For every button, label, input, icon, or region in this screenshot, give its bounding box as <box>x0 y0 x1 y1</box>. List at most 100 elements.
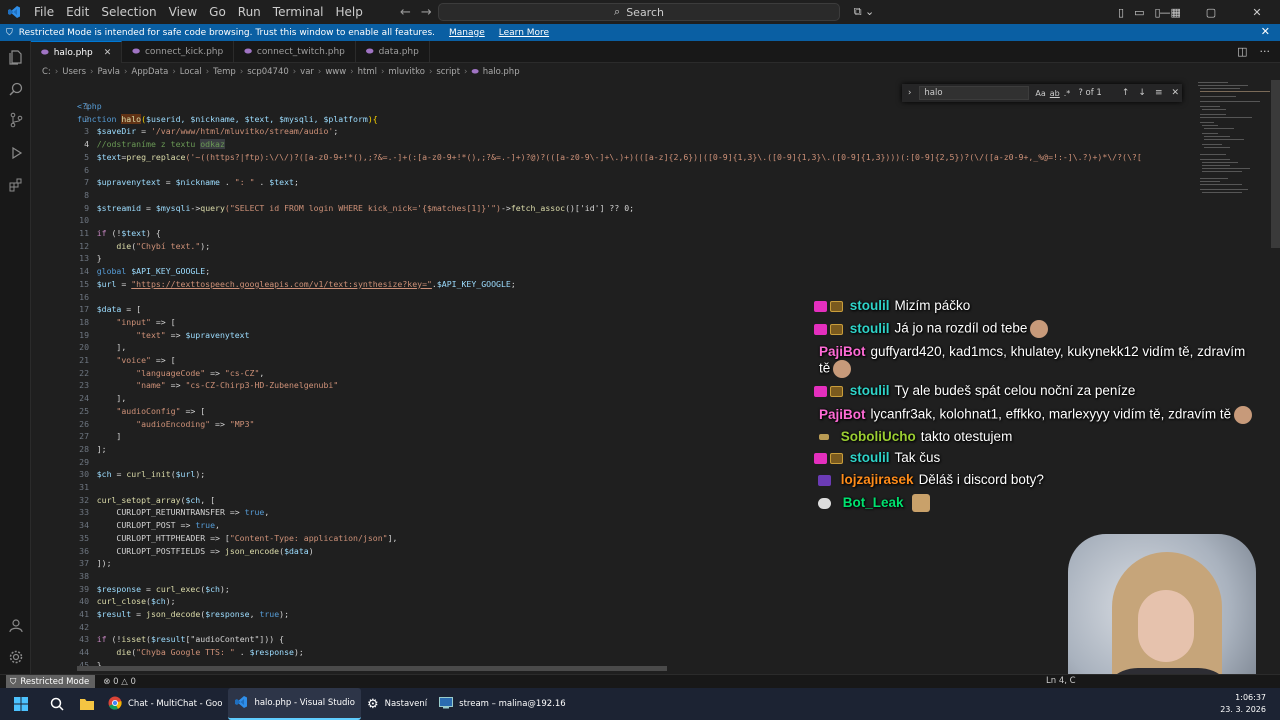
file-explorer-icon[interactable] <box>72 688 102 720</box>
breadcrumb-item[interactable]: AppData <box>131 67 168 77</box>
error-icon: ⊗ <box>103 676 111 687</box>
find-in-selection-icon[interactable]: ≡ <box>1155 88 1163 98</box>
chat-message: Bot_Leak <box>814 494 930 512</box>
problems-indicator[interactable]: ⊗ 0 △ 0 <box>103 677 136 687</box>
tab-data-php[interactable]: ⬬ data.php <box>356 41 430 63</box>
previous-match-arrow-icon[interactable]: ↑ <box>1122 88 1130 98</box>
subscriber-badge-icon <box>814 385 827 397</box>
chat-text: Děláš i discord boty? <box>918 472 1044 487</box>
source-control-icon[interactable] <box>0 108 31 132</box>
taskbar-app-vscode[interactable]: halo.php - Visual Studio <box>228 688 361 720</box>
menu-view[interactable]: View <box>163 0 203 24</box>
php-file-icon: ⬬ <box>244 47 252 57</box>
breadcrumb-item[interactable]: mluvitko <box>388 67 425 77</box>
close-banner-icon[interactable]: ✕ <box>1261 25 1270 38</box>
system-clock[interactable]: 1:06:37 23. 3. 2026 <box>1220 692 1266 716</box>
breadcrumb-item[interactable]: Users <box>62 67 86 77</box>
taskbar-app-settings[interactable]: ⚙ Nastavení <box>361 688 433 720</box>
match-case-toggle[interactable]: Aa <box>1035 89 1045 98</box>
gift-badge-icon <box>830 300 843 312</box>
php-file-icon: ⬬ <box>41 47 49 58</box>
gift-badge-icon <box>830 385 843 397</box>
menu-help[interactable]: Help <box>330 0 369 24</box>
back-arrow-icon[interactable]: ← <box>400 5 411 20</box>
tab-connect-kick-php[interactable]: ⬬ connect_kick.php <box>122 41 235 63</box>
emote-icon <box>1234 406 1253 424</box>
minimap[interactable] <box>1196 80 1270 220</box>
badge-icon <box>819 434 829 441</box>
manage-gear-icon[interactable] <box>0 645 31 669</box>
match-whole-word-toggle[interactable]: ab <box>1050 89 1060 98</box>
restricted-mode-banner: ⛉ Restricted Mode is intended for safe c… <box>0 24 1280 41</box>
breadcrumb-item[interactable]: script <box>436 67 460 77</box>
taskbar-search-icon[interactable] <box>42 688 72 720</box>
breadcrumb-item[interactable]: C: <box>42 67 51 77</box>
search-sidebar-icon[interactable] <box>0 77 31 101</box>
close-find-icon[interactable]: ✕ <box>1171 88 1179 98</box>
chat-nick: SoboliUcho <box>840 429 916 444</box>
more-actions-icon[interactable]: ··· <box>1260 45 1271 58</box>
tab-connect-twitch-php[interactable]: ⬬ connect_twitch.php <box>234 41 356 63</box>
chat-message: stoulil Tak čus <box>814 450 940 465</box>
close-tab-icon[interactable]: ✕ <box>104 48 112 58</box>
chat-nick: stoulil <box>849 298 890 313</box>
maximize-icon[interactable]: ▢ <box>1188 6 1234 19</box>
chat-message: SoboliUcho takto otestujem <box>814 429 1012 444</box>
breadcrumb-item[interactable]: scp04740 <box>247 67 289 77</box>
manage-link[interactable]: Manage <box>449 28 485 38</box>
breadcrumb-item[interactable]: www <box>325 67 346 77</box>
taskbar-app-chrome[interactable]: Chat - MultiChat - Goo <box>102 688 228 720</box>
restricted-mode-indicator[interactable]: ⛉ Restricted Mode <box>6 674 96 689</box>
chat-text: lycanfr3ak, kolohnat1, effkko, marlexyyy… <box>870 406 1232 422</box>
run-debug-icon[interactable] <box>0 141 31 165</box>
php-file-icon: ⬬ <box>132 47 140 57</box>
menu-selection[interactable]: Selection <box>95 0 162 24</box>
chat-nick: stoulil <box>849 450 890 465</box>
find-input[interactable]: halo <box>919 86 1030 100</box>
breadcrumb-item[interactable]: html <box>358 67 377 77</box>
menu-file[interactable]: File <box>28 0 60 24</box>
chat-text: Mizím páčko <box>894 298 971 313</box>
split-editor-icon[interactable]: ◫ <box>1237 45 1247 58</box>
windows-start-icon[interactable] <box>0 688 42 720</box>
minimize-icon[interactable]: — <box>1142 6 1188 19</box>
menu-go[interactable]: Go <box>203 0 232 24</box>
settings-gear-icon: ⚙ <box>366 696 379 712</box>
next-match-arrow-icon[interactable]: ↓ <box>1138 88 1146 98</box>
vertical-scrollbar[interactable] <box>1271 80 1280 248</box>
menu-terminal[interactable]: Terminal <box>267 0 330 24</box>
extensions-icon[interactable] <box>0 173 31 197</box>
chat-nick: Bot_Leak <box>842 494 904 510</box>
taskbar-app-terminal[interactable]: stream – malina@192.16 <box>433 688 572 720</box>
breadcrumb-item[interactable]: var <box>300 67 314 77</box>
command-center-search[interactable]: ⌕ Search <box>438 3 840 21</box>
accounts-icon[interactable] <box>0 613 31 637</box>
use-regex-toggle[interactable]: .* <box>1064 89 1071 98</box>
breadcrumb-item[interactable]: Local <box>180 67 202 77</box>
toggle-replace-chevron-icon[interactable]: › <box>908 88 911 98</box>
clock-date: 23. 3. 2026 <box>1220 705 1266 714</box>
menu-run[interactable]: Run <box>232 0 267 24</box>
breadcrumb: C: › Users › Pavla › AppData › Local › Temp › … <box>42 67 520 77</box>
search-label: Search <box>626 5 664 19</box>
emote-icon <box>1030 320 1049 338</box>
learn-more-link[interactable]: Learn More <box>499 28 549 38</box>
chat-text: Já jo na rozdíl od tebe <box>894 320 1028 336</box>
find-widget: › halo Aa ab .* ? of 1 ↑ ↓ ≡ ✕ <box>902 84 1182 102</box>
toggle-primary-sidebar-icon[interactable]: ▯ <box>1118 6 1124 19</box>
breadcrumb-item[interactable]: Temp <box>213 67 236 77</box>
clock-time: 1:06:37 <box>1235 693 1266 702</box>
tab-halo-php[interactable]: ⬬ halo.php ✕ <box>31 41 123 63</box>
breadcrumb-item[interactable]: halo.php <box>483 67 520 77</box>
cursor-position[interactable]: Ln 4, C <box>1046 676 1076 686</box>
close-window-icon[interactable]: ✕ <box>1234 6 1280 19</box>
horizontal-scrollbar[interactable] <box>77 666 667 671</box>
forward-arrow-icon[interactable]: → <box>421 5 432 20</box>
menu-edit[interactable]: Edit <box>60 0 95 24</box>
explorer-icon[interactable] <box>0 45 31 69</box>
chat-message: PajiBot lycanfr3ak, kolohnat1, effkko, ma… <box>814 406 1253 424</box>
emote-icon <box>911 494 930 512</box>
breadcrumb-item[interactable]: Pavla <box>97 67 120 77</box>
php-file-icon: ⬬ <box>365 47 374 57</box>
copilot-icon[interactable]: ⧉ ⌄ <box>850 3 878 21</box>
